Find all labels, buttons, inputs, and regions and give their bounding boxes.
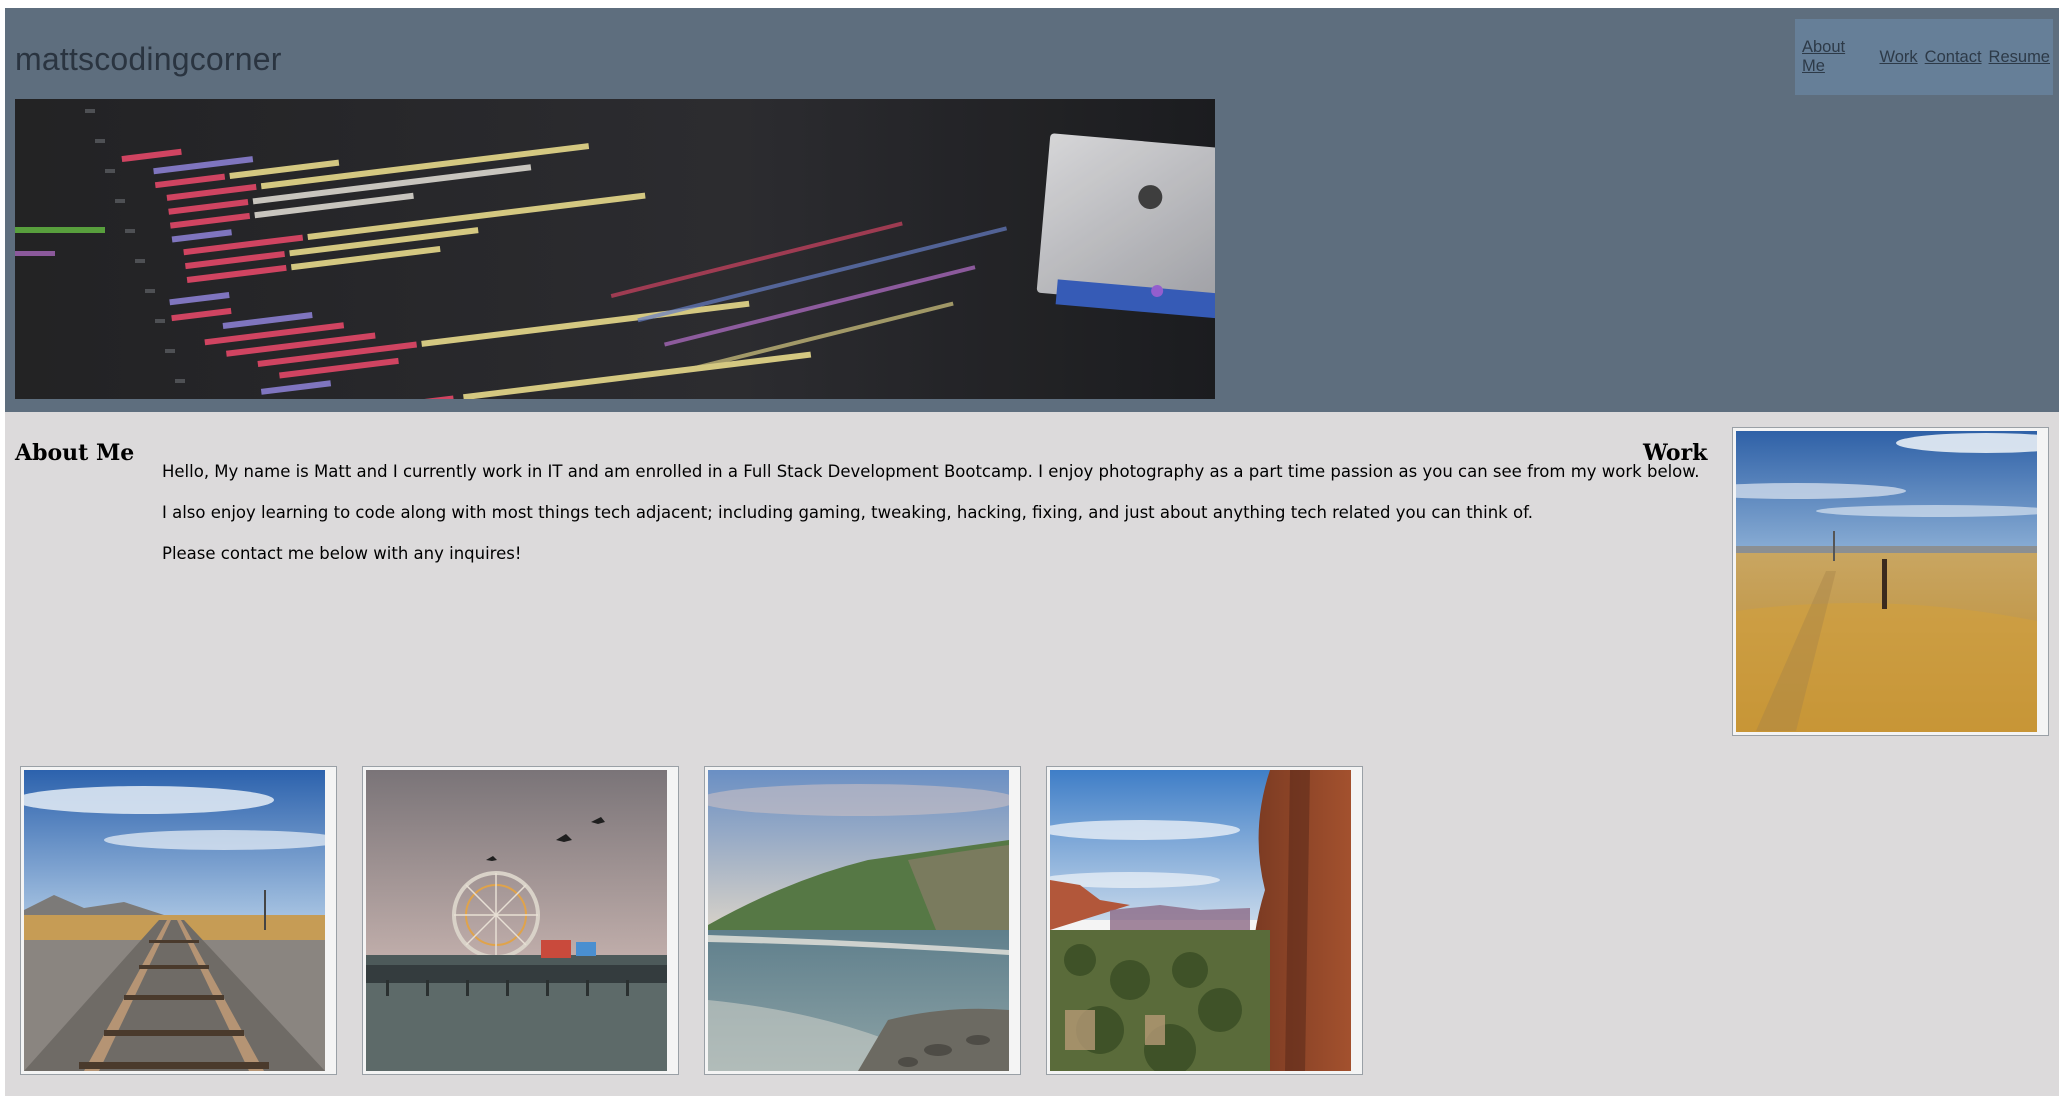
hero-banner-image xyxy=(15,99,1215,399)
nav-link-work[interactable]: Work xyxy=(1879,48,1917,67)
coastline-photo xyxy=(708,770,1009,1071)
ferris-wheel-photo xyxy=(366,770,667,1071)
about-paragraph: I also enjoy learning to code along with… xyxy=(162,503,1533,522)
railroad-photo xyxy=(24,770,325,1071)
main-nav: About Me Work Contact Resume xyxy=(1795,19,2053,95)
nav-link-contact[interactable]: Contact xyxy=(1925,48,1982,67)
work-heading: Work xyxy=(1643,440,1708,466)
page: mattscodingcorner About Me Work Contact … xyxy=(5,8,2059,1096)
gallery-photo-red-rocks[interactable] xyxy=(1046,766,1363,1075)
about-me-text: Hello, My name is Matt and I currently w… xyxy=(162,460,1700,583)
nav-link-resume[interactable]: Resume xyxy=(1989,48,2050,67)
work-photo-grassland[interactable] xyxy=(1732,427,2049,736)
grassland-photo xyxy=(1736,431,2037,732)
site-logo[interactable]: mattscodingcorner xyxy=(15,41,282,78)
gallery-photo-ferris-wheel-pier[interactable] xyxy=(362,766,679,1075)
about-paragraph: Please contact me below with any inquire… xyxy=(162,544,522,563)
nav-link-about-me[interactable]: About Me xyxy=(1802,38,1872,76)
gallery-photo-coastline[interactable] xyxy=(704,766,1021,1075)
site-header: mattscodingcorner About Me Work Contact … xyxy=(5,8,2059,412)
red-rocks-photo xyxy=(1050,770,1351,1071)
about-me-heading: About Me xyxy=(15,440,135,466)
about-paragraph: Hello, My name is Matt and I currently w… xyxy=(162,462,1700,481)
gallery-photo-railroad[interactable] xyxy=(20,766,337,1075)
code-screen-image xyxy=(15,99,1215,399)
